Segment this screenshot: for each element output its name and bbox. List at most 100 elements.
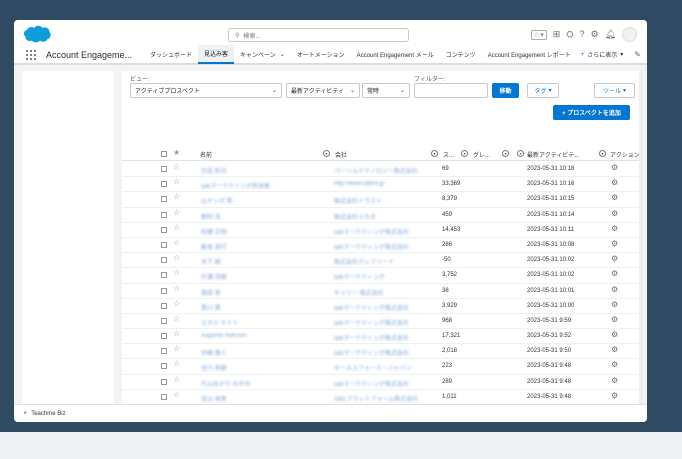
prospect-name-link[interactable]: 山ナンガ 希 — [201, 196, 233, 205]
star-icon[interactable]: ☆ — [173, 163, 180, 171]
column-sort-icon[interactable]: ▾ — [517, 150, 524, 157]
row-action-gear-icon[interactable]: ⚙ — [611, 194, 618, 202]
row-action-gear-icon[interactable]: ⚙ — [611, 285, 618, 294]
star-icon[interactable]: ☆ — [173, 178, 180, 186]
tab-dashboard[interactable]: ダッシュボード — [144, 45, 198, 64]
row-checkbox[interactable] — [161, 287, 167, 294]
row-checkbox[interactable] — [161, 257, 167, 264]
star-icon[interactable]: ☆ — [173, 284, 180, 293]
select-all-checkbox[interactable] — [161, 151, 167, 157]
company-link[interactable]: 株式会社クレフリード — [334, 257, 394, 266]
global-search-input[interactable]: ⚲ 検索... — [228, 28, 409, 42]
star-icon[interactable]: ☆ — [173, 254, 180, 262]
notifications-bell-icon[interactable]: 🔔︎ — [605, 30, 616, 39]
row-action-gear-icon[interactable]: ⚙ — [611, 391, 618, 400]
row-action-gear-icon[interactable]: ⚙ — [611, 300, 618, 309]
row-checkbox[interactable] — [161, 241, 167, 248]
tab-automation[interactable]: オートメーション — [291, 45, 351, 64]
tab-campaigns[interactable]: キャンペーン ⌄ — [234, 45, 291, 64]
row-checkbox[interactable] — [161, 393, 167, 400]
row-action-gear-icon[interactable]: ⚙ — [611, 224, 618, 233]
row-checkbox[interactable] — [161, 226, 167, 233]
company-link[interactable]: 株式会社トラスト — [334, 196, 382, 205]
view-select[interactable]: アクティブプロスペクト ⌄ — [130, 83, 282, 98]
trailhead-icon[interactable]: ⛭ — [566, 30, 573, 39]
tab-account-engagement-reports[interactable]: Account Engagement レポート — [482, 45, 577, 64]
star-icon[interactable]: ☆ — [173, 269, 180, 277]
company-link[interactable]: talkマーケティング株式会社 — [334, 242, 409, 251]
help-icon[interactable]: ? — [579, 30, 584, 39]
row-checkbox[interactable] — [161, 363, 167, 370]
tab-prospects[interactable]: 見込み客 — [198, 45, 235, 64]
column-header-grade[interactable]: グレ... — [473, 150, 490, 159]
tag-button[interactable]: タグ ▾ — [527, 83, 559, 98]
star-icon[interactable]: ☆ — [173, 345, 180, 353]
star-icon[interactable]: ☆ — [173, 375, 180, 384]
tools-button[interactable]: ツール ▾ — [594, 83, 635, 98]
row-checkbox[interactable] — [161, 166, 167, 172]
tab-content[interactable]: コンテンツ — [440, 45, 482, 64]
star-icon[interactable]: ☆ — [173, 360, 180, 368]
company-link[interactable]: http://www.talent.jp — [334, 181, 384, 187]
company-link[interactable]: talkマーケティング株式会社 — [334, 227, 409, 236]
utility-bar-teachme-biz[interactable]: Teachme Biz — [31, 411, 65, 417]
row-checkbox[interactable] — [161, 378, 167, 385]
row-action-gear-icon[interactable]: ⚙ — [611, 315, 618, 324]
prospect-name-link[interactable]: 中嶋 雅人 — [201, 348, 227, 357]
time-range-select[interactable]: 常時 ⌄ — [362, 83, 410, 98]
star-icon[interactable]: ☆ — [173, 223, 180, 232]
prospect-name-link[interactable]: 吉川 英樹 — [201, 363, 227, 372]
prospect-name-link[interactable]: 片山ゆかり のぞみ — [201, 379, 251, 388]
row-action-gear-icon[interactable]: ⚙ — [611, 255, 618, 263]
row-checkbox[interactable] — [161, 181, 167, 188]
salesforce-cloud-logo[interactable] — [23, 25, 51, 44]
avatar[interactable] — [622, 27, 637, 42]
column-header-company[interactable]: 会社 — [335, 150, 347, 159]
prospect-name-link[interactable]: 木下 剛 — [201, 257, 221, 266]
row-checkbox[interactable] — [161, 272, 167, 279]
add-prospect-button[interactable]: + プロスペクトを追加 — [553, 105, 630, 120]
company-link[interactable]: パーソルテクノロジー株式会社 — [334, 166, 418, 175]
company-link[interactable]: talkマーケティング株式会社 — [334, 348, 409, 357]
prospect-name-link[interactable]: Aagome Nakoshi — [201, 333, 247, 339]
column-sort-icon[interactable]: ▾ — [461, 150, 468, 157]
column-sort-icon[interactable]: ▾ — [502, 150, 509, 157]
row-action-gear-icon[interactable]: ⚙ — [611, 376, 618, 385]
column-header-name[interactable]: 名前 — [200, 150, 212, 159]
app-launcher-icon[interactable] — [26, 49, 36, 60]
company-link[interactable]: ABCプラットフォーム株式会社 — [334, 394, 418, 403]
star-icon[interactable]: ☆ — [173, 314, 180, 323]
prospect-name-link[interactable]: ミカミ ケイト — [201, 318, 239, 327]
edit-pencil-icon[interactable]: ✎ — [634, 50, 641, 59]
column-sort-icon[interactable]: ▾ — [431, 150, 438, 157]
company-link[interactable]: キャリー 株式会社 — [334, 288, 384, 297]
prospect-name-link[interactable]: 片瀬 浩樹 — [201, 272, 227, 281]
prospect-name-link[interactable]: 村瀬 正明 — [201, 227, 227, 236]
row-checkbox[interactable] — [161, 333, 167, 340]
row-action-gear-icon[interactable]: ⚙ — [611, 179, 618, 187]
star-icon[interactable]: ☆ — [173, 208, 180, 217]
chevron-down-icon[interactable]: ⌄ — [280, 51, 285, 58]
company-link[interactable]: talkマーケティング株式会社 — [334, 318, 409, 327]
company-link[interactable]: talkマーケティング株式会社 — [334, 303, 409, 312]
tab-account-engagement-email[interactable]: Account Engagement メール — [351, 45, 440, 64]
row-checkbox[interactable] — [161, 196, 167, 203]
favorites-star-icon[interactable]: ☆▾ — [530, 29, 547, 40]
column-sort-icon[interactable]: ▾ — [323, 150, 330, 157]
prospect-name-link[interactable]: 眞部 孝 — [201, 288, 221, 297]
row-action-gear-icon[interactable]: ⚙ — [611, 209, 618, 218]
setup-gear-icon[interactable]: ⚙ — [590, 30, 598, 39]
column-sort-icon[interactable]: ▾ — [599, 150, 606, 157]
go-button[interactable]: 移動 — [492, 83, 519, 98]
prospect-name-link[interactable]: 黒川 勇 — [201, 303, 221, 312]
row-checkbox[interactable] — [161, 302, 167, 309]
add-icon[interactable]: ⊞ — [553, 30, 561, 39]
row-checkbox[interactable] — [161, 317, 167, 324]
more-tabs-button[interactable]: + さらに表示 ▾ — [581, 50, 624, 60]
star-icon[interactable]: ☆ — [173, 238, 180, 247]
star-icon[interactable]: ☆ — [173, 299, 180, 308]
prospect-name-link[interactable]: 飯本 英行 — [201, 242, 227, 251]
column-header-score[interactable]: ス... — [443, 150, 454, 159]
row-action-gear-icon[interactable]: ⚙ — [611, 331, 618, 339]
company-link[interactable]: セールスフォース・ジャパン — [334, 363, 412, 372]
